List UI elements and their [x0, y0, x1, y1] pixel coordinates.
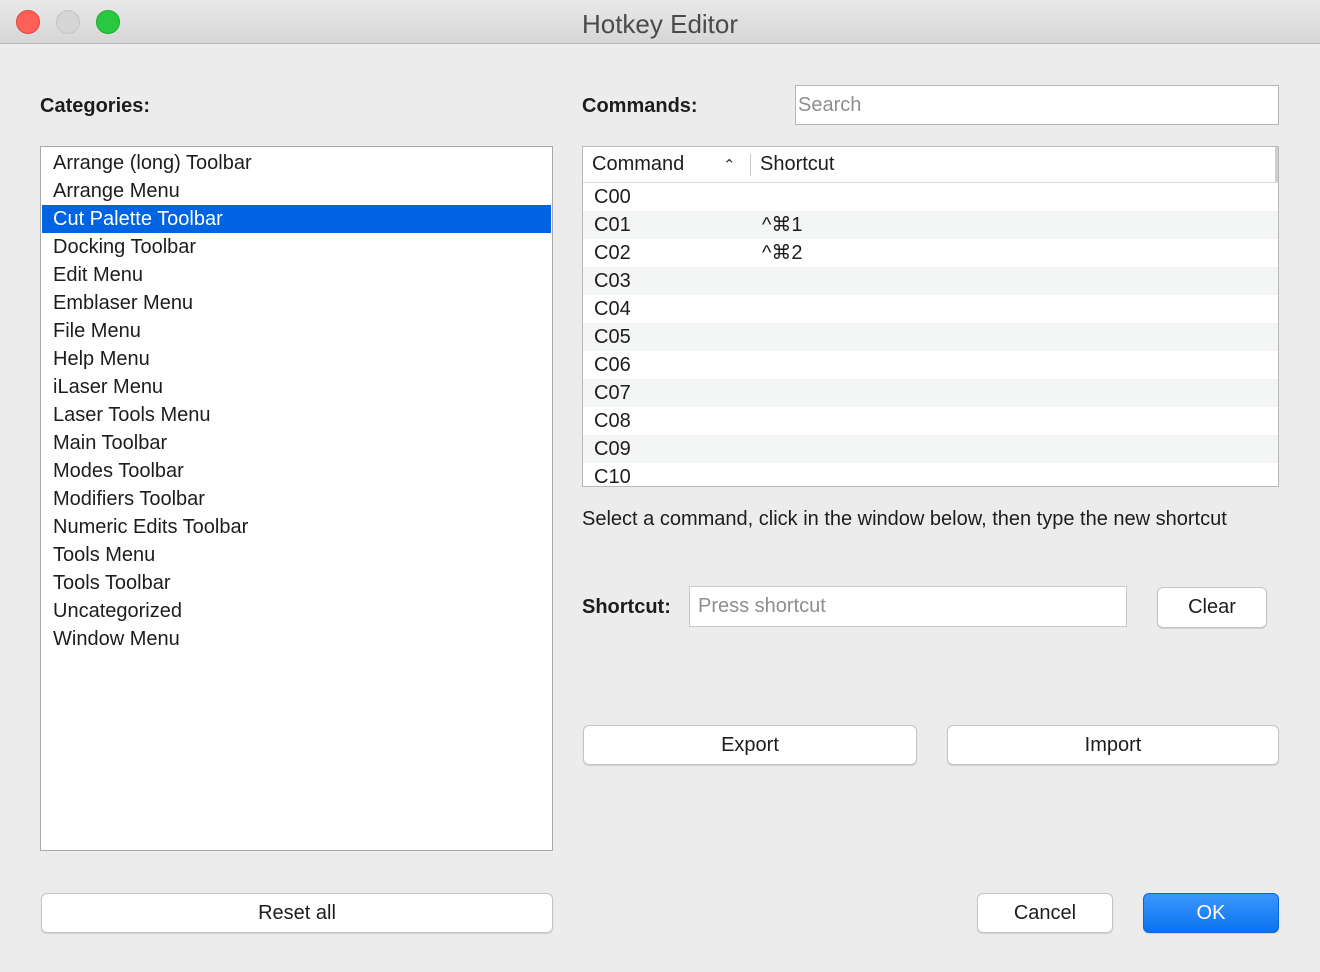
category-item[interactable]: Arrange (long) Toolbar — [42, 149, 551, 177]
table-row[interactable]: C07 — [583, 379, 1278, 407]
search-input[interactable] — [795, 85, 1279, 125]
table-body: C00 C01 ^⌘1 C02 ^⌘2 C03 C04 C05 C06 C07 C0… — [583, 183, 1278, 487]
command-name: C00 — [594, 186, 631, 208]
category-item[interactable]: File Menu — [42, 317, 551, 345]
command-name: C07 — [594, 382, 631, 404]
instruction-text: Select a command, click in the window be… — [582, 508, 1227, 530]
table-row[interactable]: C04 — [583, 295, 1278, 323]
category-item[interactable]: Tools Toolbar — [42, 569, 551, 597]
command-name: C10 — [594, 466, 631, 487]
category-item[interactable]: Help Menu — [42, 345, 551, 373]
table-row[interactable]: C03 — [583, 267, 1278, 295]
categories-label: Categories: — [40, 95, 151, 117]
table-row[interactable]: C06 — [583, 351, 1278, 379]
command-name: C08 — [594, 410, 631, 432]
table-row[interactable]: C05 — [583, 323, 1278, 351]
column-divider[interactable] — [750, 154, 751, 176]
category-item[interactable]: Arrange Menu — [42, 177, 551, 205]
category-item[interactable]: Tools Menu — [42, 541, 551, 569]
table-row[interactable]: C10 — [583, 463, 1278, 487]
table-row[interactable]: C00 — [583, 183, 1278, 211]
table-row[interactable]: C09 — [583, 435, 1278, 463]
clear-button[interactable]: Clear — [1157, 587, 1267, 628]
category-item[interactable]: Modifiers Toolbar — [42, 485, 551, 513]
command-name: C03 — [594, 270, 631, 292]
category-item[interactable]: Modes Toolbar — [42, 457, 551, 485]
command-name: C01 — [594, 214, 631, 236]
sort-ascending-icon[interactable]: ⌃ — [723, 147, 736, 182]
table-row[interactable]: C08 — [583, 407, 1278, 435]
title-bar: Hotkey Editor — [0, 0, 1320, 44]
commands-label: Commands: — [582, 95, 698, 117]
window-title: Hotkey Editor — [581, 9, 739, 39]
command-name: C06 — [594, 354, 631, 376]
category-item[interactable]: Docking Toolbar — [42, 233, 551, 261]
command-name: C05 — [594, 326, 631, 348]
shortcut-input[interactable] — [689, 586, 1127, 627]
column-header-shortcut[interactable]: Shortcut — [760, 147, 834, 182]
category-item[interactable]: Emblaser Menu — [42, 289, 551, 317]
ok-button[interactable]: OK — [1143, 893, 1279, 933]
export-button[interactable]: Export — [583, 725, 917, 765]
category-item[interactable]: Laser Tools Menu — [42, 401, 551, 429]
command-name: C02 — [594, 242, 631, 264]
category-item[interactable]: Edit Menu — [42, 261, 551, 289]
command-shortcut: ^⌘2 — [762, 242, 803, 264]
cancel-button[interactable]: Cancel — [977, 893, 1113, 933]
category-item[interactable]: Numeric Edits Toolbar — [42, 513, 551, 541]
commands-table[interactable]: Command ⌃ Shortcut C00 C01 ^⌘1 C02 ^⌘2 C03… — [582, 146, 1279, 487]
category-item[interactable]: iLaser Menu — [42, 373, 551, 401]
category-item[interactable]: Uncategorized — [42, 597, 551, 625]
import-button[interactable]: Import — [947, 725, 1279, 765]
table-row[interactable]: C01 ^⌘1 — [583, 211, 1278, 239]
reset-all-button[interactable]: Reset all — [41, 893, 553, 933]
column-divider — [1275, 147, 1278, 182]
category-item[interactable]: Main Toolbar — [42, 429, 551, 457]
category-item-selected[interactable]: Cut Palette Toolbar — [42, 205, 551, 233]
column-header-command[interactable]: Command — [592, 147, 684, 182]
command-name: C09 — [594, 438, 631, 460]
shortcut-label: Shortcut: — [582, 596, 671, 618]
table-header: Command ⌃ Shortcut — [583, 147, 1278, 183]
category-item[interactable]: Window Menu — [42, 625, 551, 653]
categories-list[interactable]: Arrange (long) Toolbar Arrange Menu Cut … — [40, 146, 553, 851]
command-shortcut: ^⌘1 — [762, 214, 803, 236]
command-name: C04 — [594, 298, 631, 320]
table-row[interactable]: C02 ^⌘2 — [583, 239, 1278, 267]
